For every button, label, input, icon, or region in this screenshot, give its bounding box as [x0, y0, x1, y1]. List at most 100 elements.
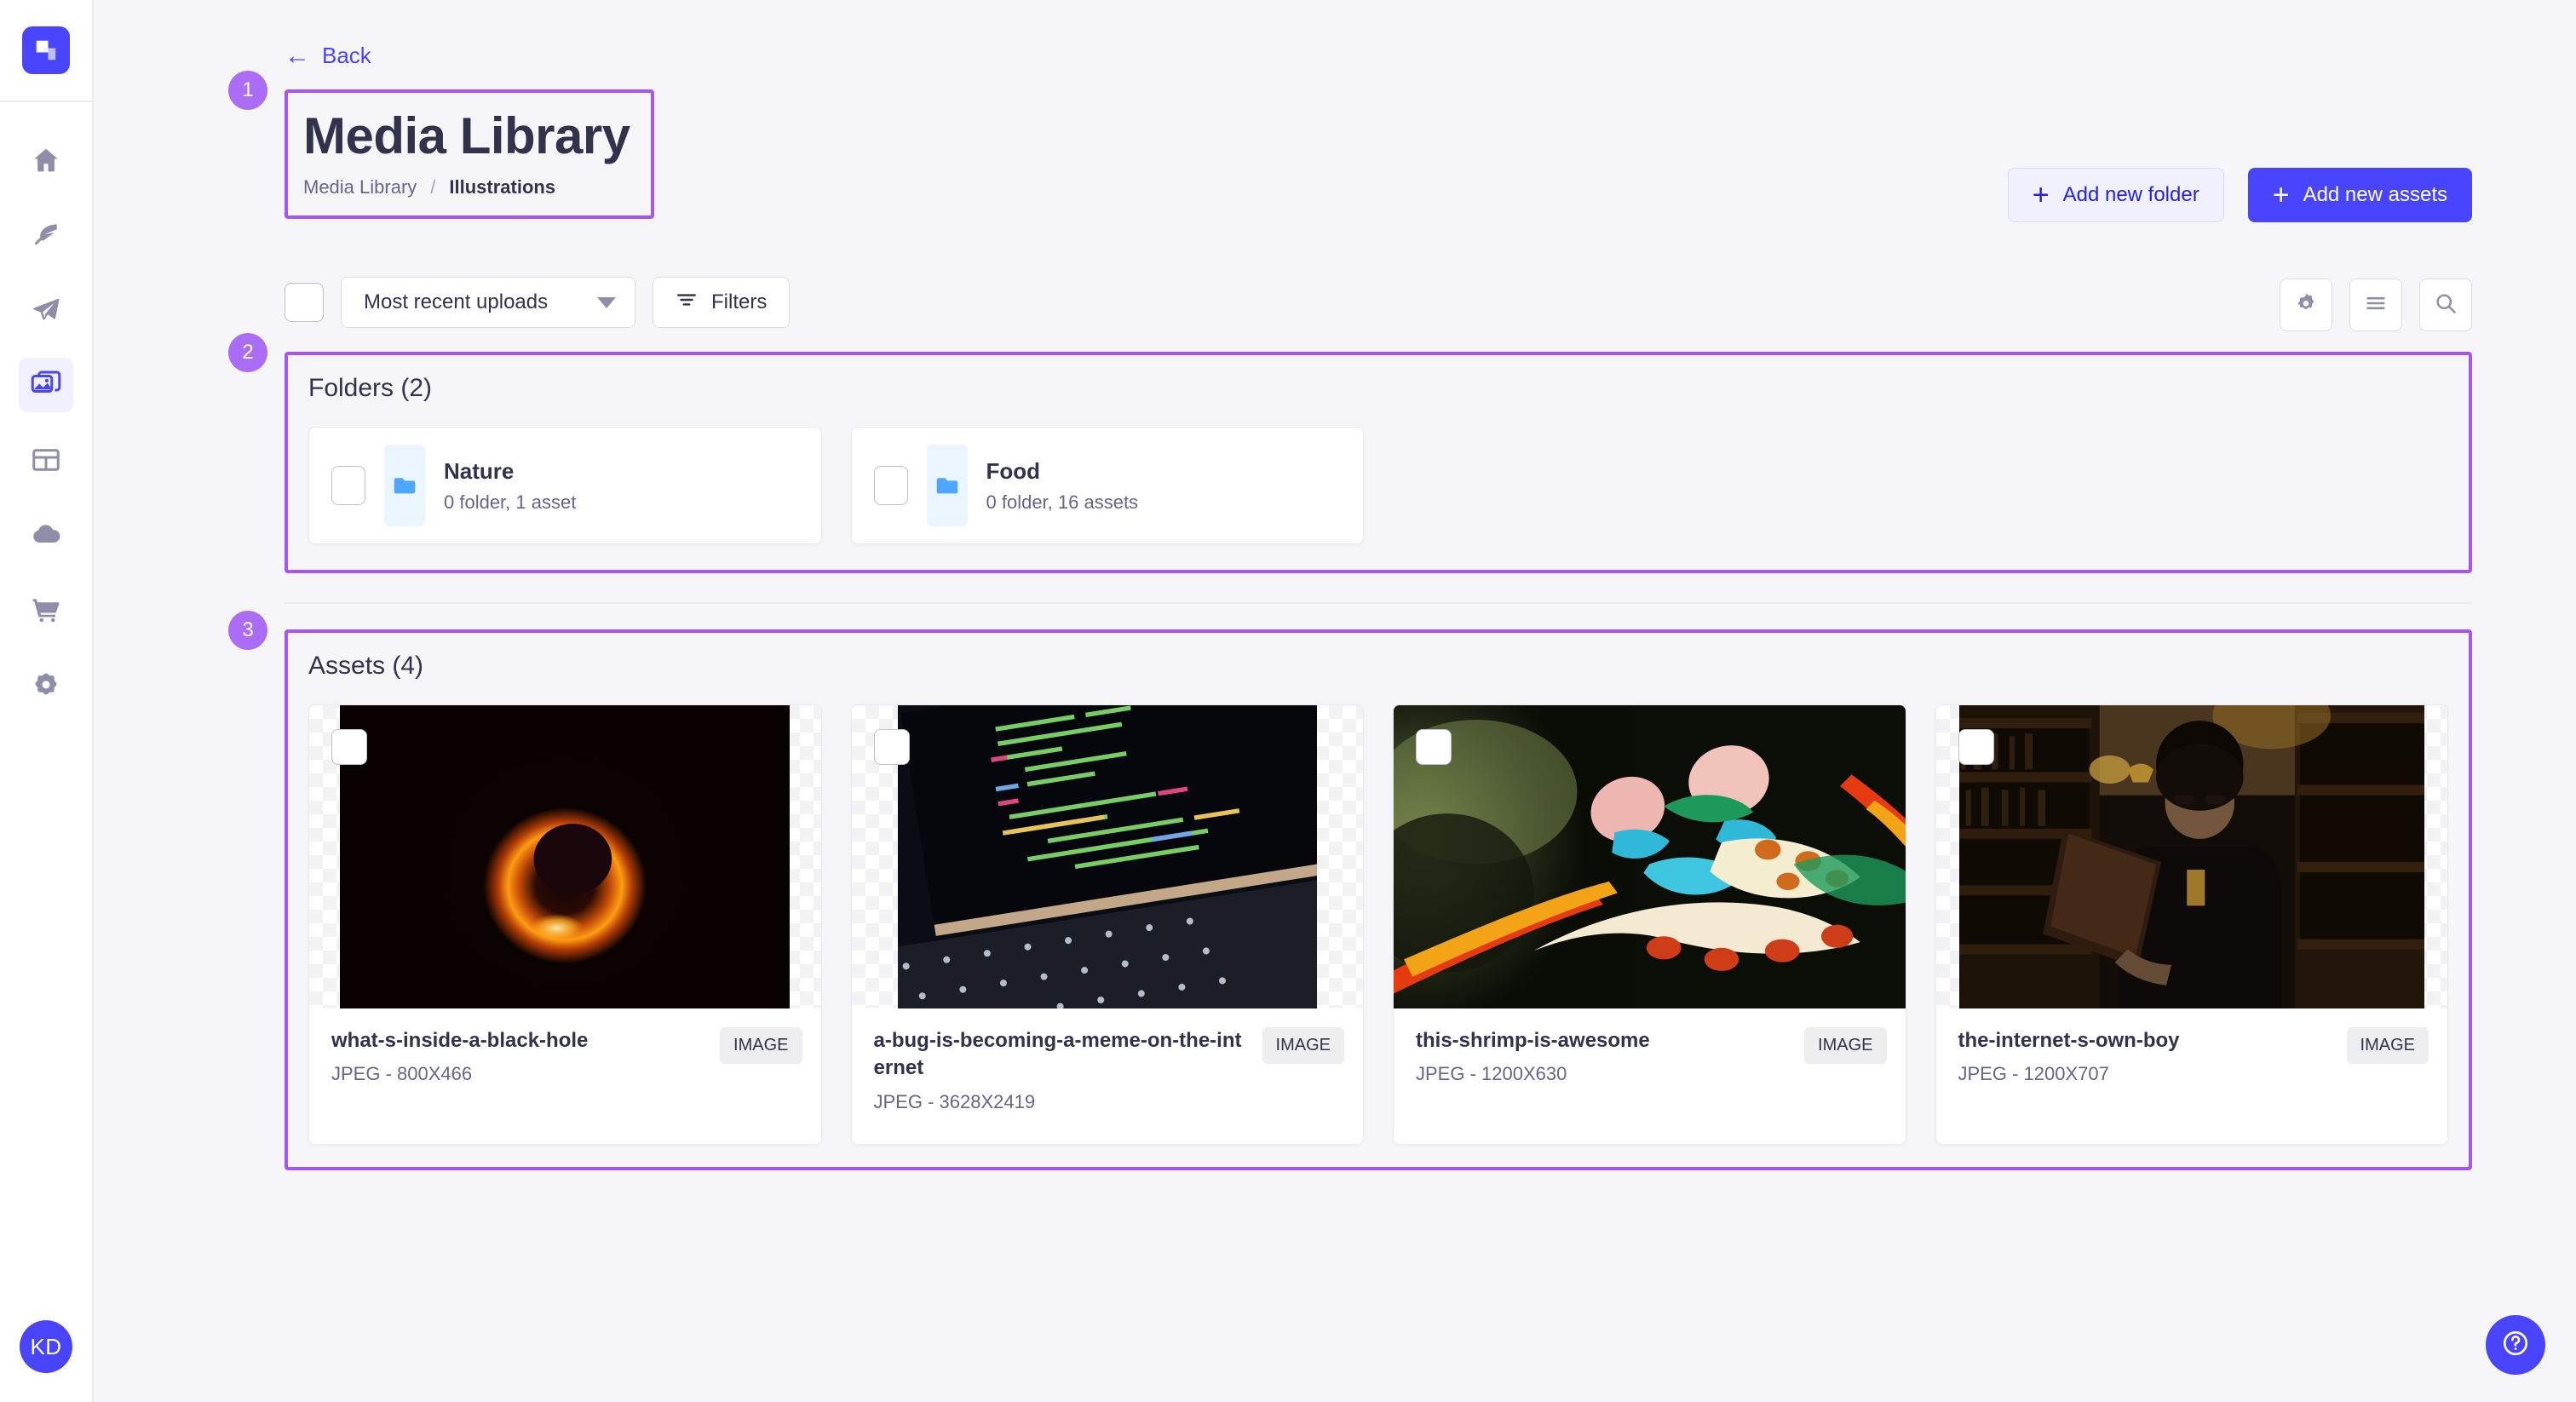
page-title: Media Library	[303, 108, 630, 164]
folder-checkbox[interactable]	[331, 466, 365, 505]
folder-card[interactable]: Food 0 folder, 16 assets	[851, 427, 1365, 544]
asset-card[interactable]: what-s-inside-a-black-hole JPEG - 800X46…	[308, 704, 822, 1145]
list-view-button[interactable]	[2349, 279, 2402, 331]
folder-sub: 0 folder, 1 asset	[444, 491, 576, 514]
sidebar-item-content-type-builder[interactable]	[19, 283, 73, 337]
avatar[interactable]: KD	[20, 1320, 72, 1373]
sidebar-avatar-container: KD	[0, 1320, 92, 1373]
section-divider	[285, 602, 2472, 604]
chevron-down-icon	[597, 297, 616, 308]
sections: 2 Folders (2) Nature 0 folder, 1 asset	[94, 352, 2576, 1170]
asset-type-badge: IMAGE	[720, 1027, 802, 1064]
arrow-left-icon: ←	[285, 43, 310, 69]
assets-anno: 3 Assets (4)	[285, 629, 2472, 1170]
sidebar-logo-container	[0, 0, 92, 102]
asset-type-badge: IMAGE	[2347, 1027, 2429, 1064]
page-title-anno: 1 Media Library Media Library / Illustra…	[285, 89, 654, 219]
asset-card[interactable]: this-shrimp-is-awesome JPEG - 1200X630 I…	[1393, 704, 1906, 1145]
sidebar-item-home[interactable]	[19, 133, 73, 187]
assets-section-title: Assets (4)	[308, 652, 2448, 681]
plus-icon: +	[2033, 181, 2050, 210]
asset-thumbnail	[852, 705, 1364, 1008]
back-row: ← Back	[94, 0, 2576, 69]
sidebar-nav	[19, 133, 73, 712]
asset-type-badge: IMAGE	[1804, 1027, 1886, 1064]
sidebar-item-cloud[interactable]	[19, 508, 73, 562]
sort-select[interactable]: Most recent uploads	[341, 277, 635, 328]
asset-checkbox[interactable]	[331, 729, 367, 765]
plus-icon: +	[2273, 181, 2290, 210]
sort-select-value: Most recent uploads	[364, 290, 548, 314]
folder-sub: 0 folder, 16 assets	[986, 491, 1139, 514]
assets-section: Assets (4)	[285, 629, 2472, 1170]
folders-section: Folders (2) Nature 0 folder, 1 asset	[285, 352, 2472, 573]
main-content: ← Back 1 Media Library Media Library / I…	[94, 0, 2576, 1402]
folder-icon	[927, 445, 968, 526]
asset-text: the-internet-s-own-boy JPEG - 1200X707	[1958, 1027, 2180, 1113]
add-new-assets-button[interactable]: + Add new assets	[2248, 168, 2472, 222]
add-new-folder-button[interactable]: + Add new folder	[2008, 168, 2224, 222]
asset-sub: JPEG - 1200X630	[1416, 1063, 1650, 1085]
sidebar-item-single-types[interactable]	[19, 433, 73, 487]
asset-info: this-shrimp-is-awesome JPEG - 1200X630 I…	[1394, 1008, 1906, 1144]
page-title-block: Media Library Media Library / Illustrati…	[285, 89, 654, 219]
filters-button[interactable]: Filters	[653, 277, 790, 328]
sidebar-item-settings[interactable]	[19, 658, 73, 712]
sidebar: KD	[0, 0, 94, 1402]
folder-checkbox[interactable]	[874, 466, 908, 505]
help-button[interactable]	[2486, 1315, 2545, 1375]
asset-type-badge: IMAGE	[1262, 1027, 1344, 1064]
folders-section-title: Folders (2)	[308, 374, 2448, 403]
folder-meta: Nature 0 folder, 1 asset	[444, 458, 576, 514]
strapi-logo-icon[interactable]	[22, 26, 70, 74]
filters-label: Filters	[711, 290, 767, 314]
toolbar-left: Most recent uploads Filters	[285, 277, 790, 328]
asset-thumbnail	[1394, 705, 1906, 1008]
breadcrumb: Media Library / Illustrations	[303, 176, 630, 198]
asset-grid: what-s-inside-a-black-hole JPEG - 800X46…	[308, 704, 2448, 1145]
question-mark-icon	[2501, 1329, 2530, 1362]
list-icon	[2364, 291, 2388, 319]
folder-grid: Nature 0 folder, 1 asset Food 0 f	[308, 427, 2448, 544]
breadcrumb-separator: /	[430, 176, 435, 198]
asset-card[interactable]: the-internet-s-own-boy JPEG - 1200X707 I…	[1935, 704, 2449, 1145]
asset-info: what-s-inside-a-black-hole JPEG - 800X46…	[309, 1008, 821, 1144]
breadcrumb-root[interactable]: Media Library	[303, 176, 417, 198]
asset-sub: JPEG - 3628X2419	[874, 1091, 1247, 1113]
toolbar-right	[2280, 279, 2472, 331]
folder-name: Nature	[444, 458, 576, 485]
sidebar-item-media-library[interactable]	[19, 358, 73, 412]
select-all-checkbox[interactable]	[285, 283, 324, 322]
search-button[interactable]	[2419, 279, 2472, 331]
sidebar-item-marketplace[interactable]	[19, 583, 73, 637]
asset-name: this-shrimp-is-awesome	[1416, 1027, 1650, 1054]
header-row: 1 Media Library Media Library / Illustra…	[94, 69, 2576, 222]
folder-name: Food	[986, 458, 1139, 485]
search-icon	[2434, 291, 2458, 319]
annotation-badge-1: 1	[228, 71, 267, 110]
asset-checkbox[interactable]	[1416, 729, 1452, 765]
asset-card[interactable]: a-bug-is-becoming-a-meme-on-the-internet…	[851, 704, 1365, 1145]
breadcrumb-current: Illustrations	[449, 176, 555, 198]
settings-button[interactable]	[2280, 279, 2332, 331]
add-new-folder-label: Add new folder	[2063, 183, 2199, 207]
back-button[interactable]: ← Back	[285, 43, 371, 69]
annotation-badge-3: 3	[228, 611, 267, 650]
folders-anno: 2 Folders (2) Nature 0 folder, 1 asset	[285, 352, 2472, 573]
add-new-assets-label: Add new assets	[2303, 183, 2447, 207]
asset-checkbox[interactable]	[1958, 729, 1994, 765]
asset-info: a-bug-is-becoming-a-meme-on-the-internet…	[852, 1008, 1364, 1144]
app-root: KD ← Back 1 Media Library Media Library …	[0, 0, 2576, 1402]
asset-info: the-internet-s-own-boy JPEG - 1200X707 I…	[1936, 1008, 2448, 1144]
asset-text: this-shrimp-is-awesome JPEG - 1200X630	[1416, 1027, 1650, 1113]
annotation-badge-2: 2	[228, 333, 267, 372]
folder-meta: Food 0 folder, 16 assets	[986, 458, 1139, 514]
asset-name: what-s-inside-a-black-hole	[331, 1027, 588, 1054]
filter-icon	[676, 289, 698, 317]
sidebar-item-content-manager[interactable]	[19, 208, 73, 262]
asset-sub: JPEG - 800X466	[331, 1063, 588, 1085]
asset-text: a-bug-is-becoming-a-meme-on-the-internet…	[874, 1027, 1247, 1113]
asset-checkbox[interactable]	[874, 729, 910, 765]
asset-thumbnail	[1936, 705, 2448, 1008]
folder-card[interactable]: Nature 0 folder, 1 asset	[308, 427, 822, 544]
